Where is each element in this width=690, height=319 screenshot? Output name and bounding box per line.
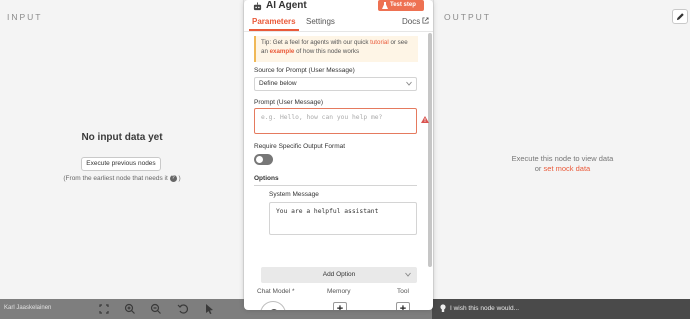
- question-icon[interactable]: ?: [169, 175, 177, 182]
- system-message-input[interactable]: You are a helpful assistant: [269, 202, 417, 235]
- prompt-label: Prompt (User Message): [254, 99, 323, 106]
- pencil-icon: [676, 13, 684, 21]
- system-message-label: System Message: [269, 191, 319, 198]
- no-input-title: No input data yet: [81, 132, 163, 143]
- robot-icon: [253, 2, 262, 11]
- output-empty-note: Execute this node to view data or set mo…: [434, 154, 690, 174]
- output-panel: OUTPUT Execute this node to view data or…: [433, 0, 690, 299]
- external-link-icon: [422, 17, 429, 24]
- node-title[interactable]: AI Agent: [266, 0, 307, 11]
- tab-parameters[interactable]: Parameters: [252, 17, 296, 26]
- input-panel: INPUT No input data yet Execute previous…: [0, 0, 244, 299]
- tab-settings[interactable]: Settings: [306, 17, 335, 26]
- docs-label: Docs: [402, 17, 421, 26]
- add-memory-button[interactable]: +: [333, 302, 347, 310]
- undo-icon[interactable]: [175, 301, 191, 317]
- input-panel-title: INPUT: [7, 12, 43, 22]
- chat-model-connector-label: Chat Model *: [257, 288, 295, 295]
- execute-previous-nodes-button[interactable]: Execute previous nodes: [81, 157, 161, 171]
- node-details-modal: AI Agent Test step Parameters Settings D…: [244, 0, 433, 310]
- zoom-in-icon[interactable]: [122, 301, 138, 317]
- earliest-node-note-text: (From the earliest node that needs it: [63, 175, 168, 183]
- output-panel-title: OUTPUT: [444, 12, 491, 22]
- feedback-text: I wish this node would...: [450, 305, 520, 312]
- tool-connector-label: Tool: [397, 288, 409, 295]
- docs-link[interactable]: Docs: [402, 17, 429, 26]
- chevron-down-icon: [406, 81, 412, 86]
- set-mock-data-link[interactable]: set mock data: [544, 164, 591, 173]
- pointer-icon[interactable]: [201, 301, 217, 317]
- earliest-node-note-close: ): [178, 175, 181, 183]
- prompt-input[interactable]: e.g. Hello, how can you help me?: [254, 108, 417, 134]
- tip-suffix: of how this node works: [294, 47, 360, 55]
- bulb-icon: [440, 304, 446, 312]
- fit-view-icon[interactable]: [96, 301, 112, 317]
- warning-icon: [421, 116, 429, 123]
- example-link[interactable]: example: [270, 48, 295, 55]
- output-format-label: Require Specific Output Format: [254, 143, 346, 150]
- add-option-button[interactable]: Add Option: [261, 267, 417, 283]
- earliest-node-note: (From the earliest node that needs it ? …: [0, 175, 244, 182]
- test-step-button[interactable]: Test step: [378, 0, 424, 11]
- toggle-knob: [256, 156, 263, 163]
- flask-icon: [382, 2, 388, 9]
- output-note-line: Execute this node to view data: [511, 154, 614, 163]
- tab-divider: [244, 31, 433, 32]
- options-divider: [254, 185, 417, 186]
- edit-output-button[interactable]: [672, 9, 688, 24]
- source-prompt-value: Define below: [259, 80, 297, 87]
- test-step-label: Test step: [390, 2, 416, 8]
- zoom-out-icon[interactable]: [148, 301, 164, 317]
- output-format-toggle[interactable]: [254, 154, 273, 165]
- user-name: Karl Jaaskelainen: [4, 305, 52, 311]
- feedback-bar[interactable]: I wish this node would...: [432, 299, 690, 319]
- output-note-or: or: [534, 164, 542, 173]
- openai-icon: [271, 309, 277, 310]
- tutorial-link[interactable]: tutorial: [370, 39, 389, 46]
- tip-prefix: Tip: Get a feel for agents with our quic…: [261, 39, 371, 46]
- tip-callout: Tip: Get a feel for agents with our quic…: [254, 36, 418, 62]
- add-option-label: Add Option: [322, 271, 356, 278]
- source-prompt-select[interactable]: Define below: [254, 77, 417, 91]
- add-tool-button[interactable]: +: [396, 302, 410, 310]
- chat-model-node[interactable]: [260, 301, 286, 310]
- panel-scrollbar[interactable]: [428, 33, 432, 267]
- memory-connector-label: Memory: [327, 288, 351, 295]
- chevron-down-icon: [405, 272, 411, 277]
- options-title: Options: [254, 175, 279, 182]
- source-prompt-label: Source for Prompt (User Message): [254, 67, 355, 74]
